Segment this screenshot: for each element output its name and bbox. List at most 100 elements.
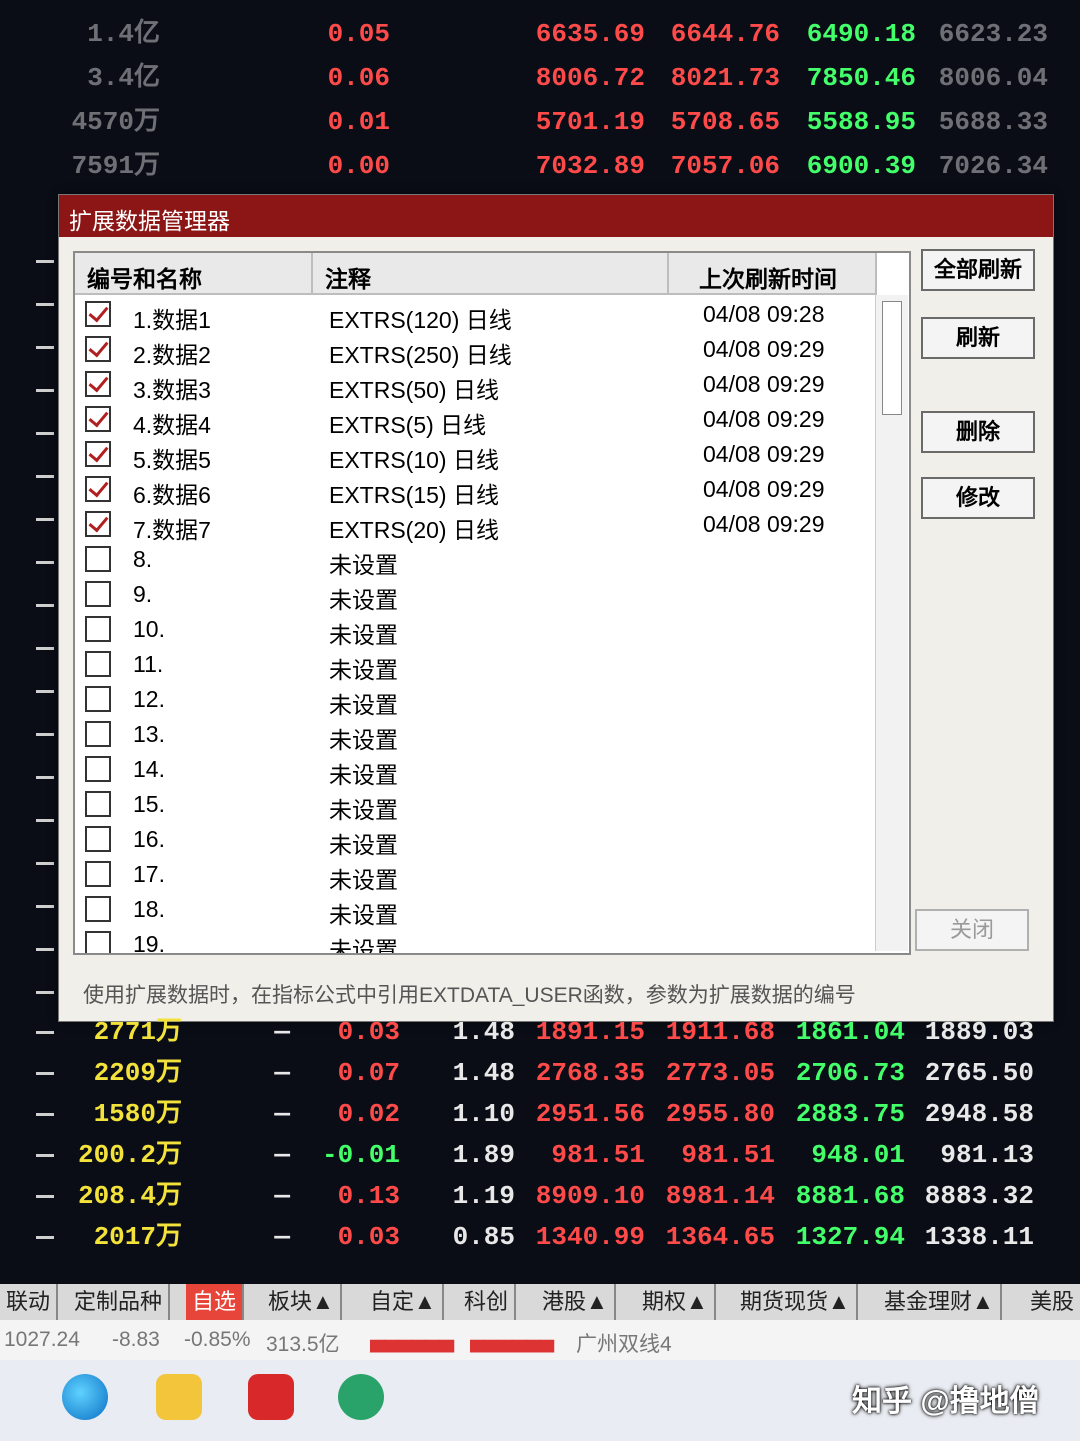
item-checkbox[interactable]: [85, 826, 111, 852]
item-checkbox[interactable]: [85, 791, 111, 817]
tab-item[interactable]: 自定▲: [364, 1284, 444, 1320]
column-header-time[interactable]: 上次刷新时间: [669, 253, 877, 295]
quote-row[interactable]: 2771万 — 0.03 1.48 1891.15 1911.68 1861.04 1889.…: [0, 1012, 1080, 1052]
trading-app-icon[interactable]: [248, 1374, 294, 1420]
data-list[interactable]: 编号和名称 注释 上次刷新时间 1.数据1 EXTRS(120) 日线 04/08 …: [73, 251, 911, 955]
item-checkbox[interactable]: [85, 861, 111, 887]
edge-browser-icon[interactable]: [62, 1374, 108, 1420]
list-item[interactable]: 4.数据4 EXTRS(5) 日线 04/08 09:29: [75, 404, 875, 439]
file-explorer-icon[interactable]: [156, 1374, 202, 1420]
quote-high: 2955.80: [665, 1099, 775, 1129]
quote-close: 981.13: [940, 1140, 1034, 1170]
quote-row[interactable]: 208.4万 — 0.13 1.19 8909.10 8981.14 8881.68 8883…: [0, 1176, 1080, 1216]
quote-row[interactable]: 2209万 — 0.07 1.48 2768.35 2773.05 2706.73 2765.…: [0, 1053, 1080, 1093]
item-name: 17.: [133, 861, 165, 887]
tab-item[interactable]: 联动: [0, 1284, 59, 1320]
refresh-all-button[interactable]: 全部刷新: [921, 249, 1035, 291]
item-checkbox[interactable]: [85, 896, 111, 922]
quote-row[interactable]: 2017万 — 0.03 0.85 1340.99 1364.65 1327.94 1338.…: [0, 1217, 1080, 1257]
quote-change: 0.13: [337, 1181, 400, 1211]
list-item[interactable]: 16. 未设置: [75, 824, 875, 859]
close-button[interactable]: 关闭: [915, 909, 1029, 951]
list-item[interactable]: 7.数据7 EXTRS(20) 日线 04/08 09:29: [75, 509, 875, 544]
quote-low: 948.01: [811, 1140, 905, 1170]
quote-ratio: 1.10: [452, 1099, 515, 1129]
item-checkbox[interactable]: [85, 301, 111, 327]
item-checkbox[interactable]: [85, 721, 111, 747]
quote-open: 1891.15: [535, 1017, 645, 1047]
list-item[interactable]: 10. 未设置: [75, 614, 875, 649]
list-item[interactable]: 18. 未设置: [75, 894, 875, 929]
tab-item[interactable]: 自选: [186, 1284, 245, 1320]
item-checkbox[interactable]: [85, 441, 111, 467]
tab-item[interactable]: 定制品种: [68, 1284, 171, 1320]
tab-item[interactable]: 美股: [1024, 1284, 1080, 1320]
item-note: 未设置: [329, 692, 398, 718]
quote-row[interactable]: 200.2万 — -0.01 1.89 981.51 981.51 948.01 981.13: [0, 1135, 1080, 1175]
list-item[interactable]: 6.数据6 EXTRS(15) 日线 04/08 09:29: [75, 474, 875, 509]
item-checkbox[interactable]: [85, 476, 111, 502]
item-checkbox[interactable]: [85, 511, 111, 537]
refresh-button[interactable]: 刷新: [921, 317, 1035, 359]
delete-button[interactable]: 删除: [921, 411, 1035, 453]
list-item[interactable]: 5.数据5 EXTRS(10) 日线 04/08 09:29: [75, 439, 875, 474]
list-item[interactable]: 15. 未设置: [75, 789, 875, 824]
item-name: 18.: [133, 896, 165, 922]
item-refresh-time: 04/08 09:28: [703, 301, 825, 327]
list-item[interactable]: 13. 未设置: [75, 719, 875, 754]
tab-item[interactable]: 期权▲: [636, 1284, 716, 1320]
list-item[interactable]: 9. 未设置: [75, 579, 875, 614]
status-bar: 1027.24 -8.83 -0.85% 313.5亿 ▄▄▄▄▄▄ ▄▄▄▄▄…: [0, 1320, 1080, 1360]
item-checkbox[interactable]: [85, 931, 111, 953]
app-icon[interactable]: [338, 1374, 384, 1420]
list-item[interactable]: 19. 未设置: [75, 929, 875, 953]
dialog-title-bar[interactable]: 扩展数据管理器: [59, 195, 1053, 237]
item-checkbox[interactable]: [85, 406, 111, 432]
column-header-name[interactable]: 编号和名称: [75, 253, 313, 295]
list-item[interactable]: 3.数据3 EXTRS(50) 日线 04/08 09:29: [75, 369, 875, 404]
item-checkbox[interactable]: [85, 686, 111, 712]
list-item[interactable]: 8. 未设置: [75, 544, 875, 579]
item-note: 未设置: [329, 832, 398, 858]
list-item[interactable]: 2.数据2 EXTRS(250) 日线 04/08 09:29: [75, 334, 875, 369]
item-checkbox[interactable]: [85, 546, 111, 572]
quote-row[interactable]: 1.4亿 0.05 6635.69 6644.76 6490.18 6623.23: [0, 14, 1080, 54]
vertical-scrollbar[interactable]: [875, 295, 908, 951]
quote-change: 0.01: [327, 107, 390, 137]
column-header-note[interactable]: 注释: [313, 253, 669, 295]
item-checkbox[interactable]: [85, 651, 111, 677]
tab-item[interactable]: 港股▲: [536, 1284, 616, 1320]
quote-high: 2773.05: [665, 1058, 775, 1088]
list-item[interactable]: 1.数据1 EXTRS(120) 日线 04/08 09:28: [75, 299, 875, 334]
quote-close: 8883.32: [924, 1181, 1034, 1211]
item-checkbox[interactable]: [85, 336, 111, 362]
tab-item[interactable]: 科创: [458, 1284, 517, 1320]
quote-ratio: 1.48: [452, 1058, 515, 1088]
list-item[interactable]: 11. 未设置: [75, 649, 875, 684]
quote-row[interactable]: 3.4亿 0.06 8006.72 8021.73 7850.46 8006.04: [0, 58, 1080, 98]
quote-high: 5708.65: [670, 107, 780, 137]
quote-row[interactable]: 4570万 0.01 5701.19 5708.65 5588.95 5688.33: [0, 102, 1080, 142]
row-marker: [36, 1113, 54, 1116]
list-item[interactable]: 12. 未设置: [75, 684, 875, 719]
item-checkbox[interactable]: [85, 581, 111, 607]
item-refresh-time: 04/08 09:29: [703, 371, 825, 397]
list-item[interactable]: 17. 未设置: [75, 859, 875, 894]
quote-vol: 4570万: [71, 107, 160, 137]
quote-change: -0.01: [321, 1140, 400, 1170]
tab-item[interactable]: 板块▲: [262, 1284, 342, 1320]
tab-item[interactable]: 基金理财▲: [878, 1284, 1002, 1320]
index-price: 1027.24: [4, 1328, 80, 1351]
quote-row[interactable]: 1580万 — 0.02 1.10 2951.56 2955.80 2883.75 2948.…: [0, 1094, 1080, 1134]
modify-button[interactable]: 修改: [921, 477, 1035, 519]
list-item[interactable]: 14. 未设置: [75, 754, 875, 789]
quote-open: 6635.69: [535, 19, 645, 49]
quote-row[interactable]: 7591万 0.00 7032.89 7057.06 6900.39 7026.34: [0, 146, 1080, 186]
item-checkbox[interactable]: [85, 371, 111, 397]
tab-item[interactable]: 期货现货▲: [734, 1284, 858, 1320]
item-name: 1.数据1: [133, 307, 211, 333]
quote-dash: —: [274, 1058, 290, 1088]
item-checkbox[interactable]: [85, 756, 111, 782]
item-checkbox[interactable]: [85, 616, 111, 642]
scrollbar-thumb[interactable]: [882, 301, 902, 415]
